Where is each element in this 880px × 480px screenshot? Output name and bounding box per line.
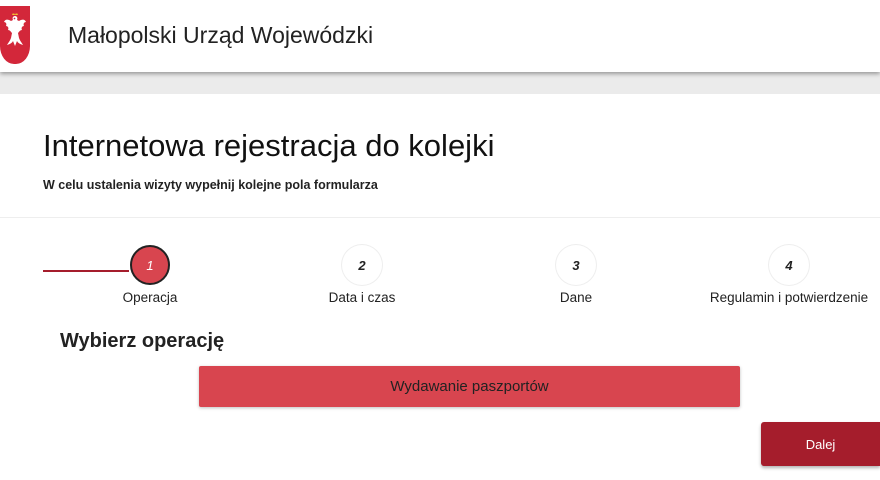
stepper-progress-line	[43, 270, 129, 272]
page-subtitle: W celu ustalenia wizyty wypełnij kolejne…	[43, 178, 378, 192]
registration-card: Internetowa rejestracja do kolejki W cel…	[0, 94, 880, 480]
step-3-circle[interactable]: 3	[556, 245, 596, 285]
step-4-label: Regulamin i potwierdzenie	[709, 290, 869, 305]
step-1-label: Operacja	[122, 290, 178, 305]
next-button[interactable]: Dalej	[761, 422, 880, 466]
step-1-circle[interactable]: 1	[130, 245, 170, 285]
header-title: Małopolski Urząd Wojewódzki	[68, 22, 374, 48]
polish-eagle-emblem-icon[interactable]	[0, 6, 30, 64]
step-2-label: Data i czas	[328, 290, 396, 305]
step-2-circle[interactable]: 2	[342, 245, 382, 285]
divider	[0, 217, 880, 218]
operation-section-title: Wybierz operację	[60, 330, 225, 352]
operation-option-passports-button[interactable]: Wydawanie paszportów	[199, 366, 740, 407]
page-title: Internetowa rejestracja do kolejki	[43, 128, 495, 163]
top-header: Małopolski Urząd Wojewódzki	[0, 0, 880, 72]
step-4-circle[interactable]: 4	[769, 245, 809, 285]
step-3-label: Dane	[559, 290, 593, 305]
